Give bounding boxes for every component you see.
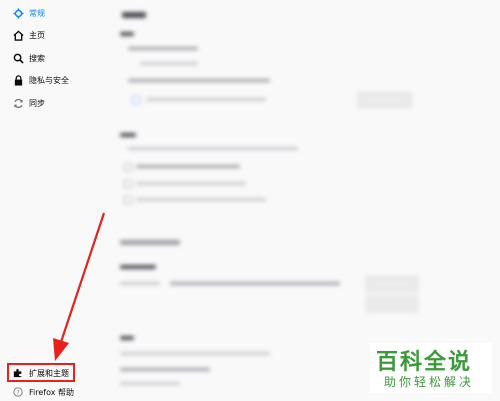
sidebar-item-home[interactable]: 主页 [12, 27, 45, 43]
section-heading [120, 32, 134, 36]
sync-icon [12, 97, 24, 109]
text-line [128, 79, 270, 82]
text-line [128, 147, 298, 150]
search-icon [12, 52, 24, 64]
text-line [128, 47, 198, 50]
sidebar-item-privacy[interactable]: 隐私与安全 [12, 72, 69, 88]
text-line [140, 62, 198, 65]
action-button[interactable] [358, 92, 412, 108]
text-line [120, 352, 270, 355]
text-line [120, 382, 180, 385]
text-line [136, 198, 266, 201]
text-line [146, 98, 266, 101]
sidebar-item-label: 主页 [29, 30, 45, 40]
sidebar-item-search[interactable]: 搜索 [12, 50, 45, 66]
checkbox[interactable] [124, 196, 132, 204]
section-heading [120, 133, 136, 137]
section-heading [120, 336, 134, 340]
sidebar-item-label: Firefox 帮助 [29, 387, 75, 397]
text-line [120, 368, 210, 371]
text-line [136, 165, 240, 168]
text-line [136, 182, 246, 185]
annotation-highlight-box [7, 363, 75, 382]
sidebar-item-label: 搜索 [29, 53, 45, 63]
checkbox[interactable] [132, 96, 140, 104]
sidebar: 常规 主页 搜索 隐私与安全 同步 扩展和主题 ? Firefox 帮助 [0, 0, 110, 401]
settings-content-blurred [110, 0, 500, 401]
text-line [120, 282, 160, 285]
section-heading [122, 12, 146, 18]
lock-icon [12, 74, 24, 86]
sidebar-item-label: 同步 [29, 98, 45, 108]
sidebar-item-general[interactable]: 常规 [12, 5, 45, 21]
checkbox[interactable] [124, 163, 132, 171]
sidebar-item-label: 常规 [29, 8, 45, 18]
watermark-subtitle: 助你轻松解决 [384, 375, 475, 389]
sidebar-item-label: 隐私与安全 [29, 75, 69, 85]
gear-icon [12, 7, 24, 19]
text-line [170, 282, 340, 285]
checkbox[interactable] [124, 180, 132, 188]
help-icon: ? [12, 386, 24, 398]
watermark-title: 百科全说 [376, 350, 473, 375]
home-icon [12, 29, 24, 41]
svg-text:?: ? [16, 391, 19, 397]
section-heading [120, 240, 180, 245]
action-button[interactable] [366, 276, 418, 292]
watermark-logo: 百科全说 助你轻松解决 [370, 343, 492, 393]
section-heading [120, 265, 156, 269]
action-button[interactable] [366, 296, 418, 312]
sidebar-item-sync[interactable]: 同步 [12, 95, 45, 111]
sidebar-item-help[interactable]: ? Firefox 帮助 [12, 384, 74, 400]
